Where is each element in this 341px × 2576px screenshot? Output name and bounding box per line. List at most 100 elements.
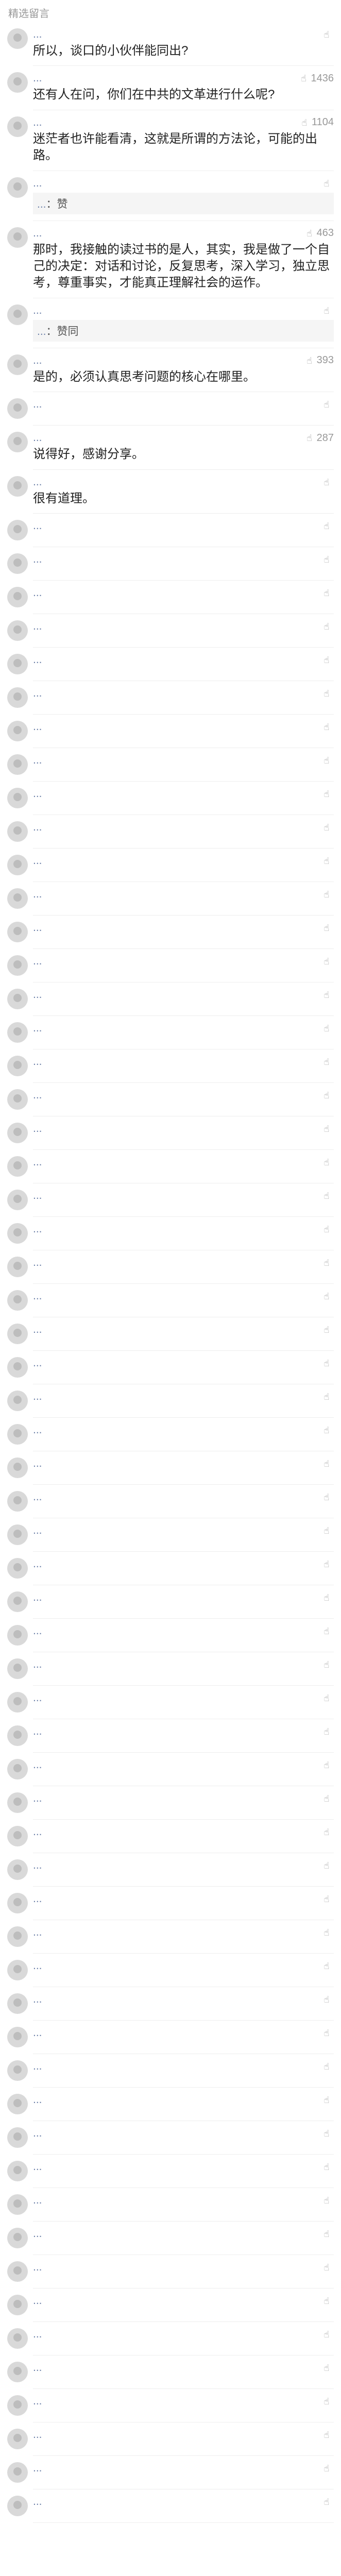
thumbs-up-icon[interactable]: ☝ (321, 2028, 332, 2038)
like-button[interactable]: ☝ (321, 755, 334, 766)
thumbs-up-icon[interactable]: ☝ (321, 178, 332, 189)
username[interactable]: ... (33, 1123, 321, 1135)
username[interactable]: ... (33, 687, 321, 700)
avatar[interactable] (7, 1223, 28, 1244)
username[interactable]: ... (33, 1658, 321, 1671)
username[interactable]: ... (33, 553, 321, 566)
thumbs-up-icon[interactable]: ☝ (321, 1358, 332, 1368)
avatar[interactable] (7, 586, 28, 607)
thumbs-up-icon[interactable]: ☝ (321, 1392, 332, 1402)
username[interactable]: ... (33, 888, 321, 901)
avatar[interactable] (7, 1524, 28, 1545)
avatar[interactable] (7, 988, 28, 1009)
avatar[interactable] (7, 177, 28, 198)
like-button[interactable]: ☝ (321, 2329, 334, 2340)
avatar[interactable] (7, 2261, 28, 2282)
avatar[interactable] (7, 2127, 28, 2148)
username[interactable]: ... (33, 2161, 321, 2173)
like-button[interactable]: ☝ (321, 2463, 334, 2473)
like-button[interactable]: ☝ (321, 477, 334, 487)
like-button[interactable]: ☝ (321, 1659, 334, 1670)
thumbs-up-icon[interactable]: ☝ (321, 1793, 332, 1804)
like-button[interactable]: ☝ (321, 722, 334, 732)
username[interactable]: ... (33, 654, 321, 666)
thumbs-up-icon[interactable]: ☝ (321, 990, 332, 1000)
avatar[interactable] (7, 1892, 28, 1913)
thumbs-up-icon[interactable]: ☝ (299, 73, 309, 83)
username[interactable]: ... (33, 788, 321, 800)
avatar[interactable] (7, 1156, 28, 1177)
thumbs-up-icon[interactable]: ☝ (321, 1157, 332, 1167)
avatar[interactable] (7, 2194, 28, 2215)
like-button[interactable]: ☝ (321, 1090, 334, 1100)
like-button[interactable]: ☝ (321, 2229, 334, 2239)
username[interactable]: ... (33, 1257, 321, 1269)
like-button[interactable]: ☝ 1104 (299, 116, 334, 128)
avatar[interactable] (7, 754, 28, 775)
avatar[interactable] (7, 2093, 28, 2114)
username[interactable]: ... (33, 922, 321, 934)
thumbs-up-icon[interactable]: ☝ (321, 755, 332, 766)
thumbs-up-icon[interactable]: ☝ (321, 1191, 332, 1201)
like-button[interactable]: ☝ (321, 2061, 334, 2072)
like-button[interactable]: ☝ (321, 1258, 334, 1268)
avatar[interactable] (7, 116, 28, 137)
like-button[interactable]: ☝ (321, 889, 334, 900)
thumbs-up-icon[interactable]: ☝ (321, 2363, 332, 2373)
like-button[interactable]: ☝ (321, 2296, 334, 2306)
like-button[interactable]: ☝ (321, 1726, 334, 1737)
reply-author[interactable]: ... (37, 198, 46, 210)
like-button[interactable]: ☝ (321, 2396, 334, 2406)
username[interactable]: ... (33, 1725, 321, 1738)
like-button[interactable]: ☝ (321, 990, 334, 1000)
avatar[interactable] (7, 1055, 28, 1076)
like-button[interactable]: ☝ (321, 399, 334, 410)
avatar[interactable] (7, 1959, 28, 1980)
thumbs-up-icon[interactable]: ☝ (321, 1492, 332, 1502)
like-button[interactable]: ☝ (321, 856, 334, 866)
like-button[interactable]: ☝ (321, 621, 334, 632)
like-button[interactable]: ☝ (321, 2028, 334, 2038)
avatar[interactable] (7, 921, 28, 942)
avatar[interactable] (7, 2395, 28, 2416)
thumbs-up-icon[interactable]: ☝ (321, 1860, 332, 1871)
thumbs-up-icon[interactable]: ☝ (304, 228, 315, 239)
like-button[interactable]: ☝ (321, 588, 334, 598)
username[interactable]: ... (33, 587, 321, 599)
avatar[interactable] (7, 553, 28, 574)
avatar[interactable] (7, 1691, 28, 1713)
username[interactable]: ... (33, 2060, 321, 2073)
avatar[interactable] (7, 821, 28, 842)
thumbs-up-icon[interactable]: ☝ (321, 956, 332, 967)
thumbs-up-icon[interactable]: ☝ (321, 588, 332, 598)
thumbs-up-icon[interactable]: ☝ (321, 306, 332, 316)
thumbs-up-icon[interactable]: ☝ (321, 1090, 332, 1100)
avatar[interactable] (7, 2495, 28, 2516)
like-button[interactable]: ☝ (321, 1894, 334, 1904)
thumbs-up-icon[interactable]: ☝ (321, 554, 332, 565)
avatar[interactable] (7, 1490, 28, 1512)
like-button[interactable]: ☝ (321, 1626, 334, 1636)
thumbs-up-icon[interactable]: ☝ (321, 1291, 332, 1301)
avatar[interactable] (7, 1557, 28, 1579)
username[interactable]: ... (33, 1324, 321, 1336)
thumbs-up-icon[interactable]: ☝ (321, 2430, 332, 2440)
thumbs-up-icon[interactable]: ☝ (321, 2162, 332, 2172)
username[interactable]: ... (33, 721, 321, 733)
thumbs-up-icon[interactable]: ☝ (321, 1994, 332, 2005)
avatar[interactable] (7, 1926, 28, 1947)
thumbs-up-icon[interactable]: ☝ (321, 1526, 332, 1536)
thumbs-up-icon[interactable]: ☝ (321, 1224, 332, 1234)
avatar[interactable] (7, 72, 28, 93)
like-button[interactable]: ☝ (321, 2162, 334, 2172)
thumbs-up-icon[interactable]: ☝ (321, 521, 332, 531)
username[interactable]: ... (33, 2228, 321, 2240)
thumbs-up-icon[interactable]: ☝ (321, 2463, 332, 2473)
username[interactable]: ... (33, 1826, 321, 1838)
username[interactable]: ... (33, 177, 321, 190)
thumbs-up-icon[interactable]: ☝ (321, 1325, 332, 1335)
like-button[interactable]: ☝ 463 (304, 227, 334, 239)
thumbs-up-icon[interactable]: ☝ (321, 1023, 332, 1033)
username[interactable]: ... (33, 2295, 321, 2307)
username[interactable]: ... (33, 476, 321, 488)
